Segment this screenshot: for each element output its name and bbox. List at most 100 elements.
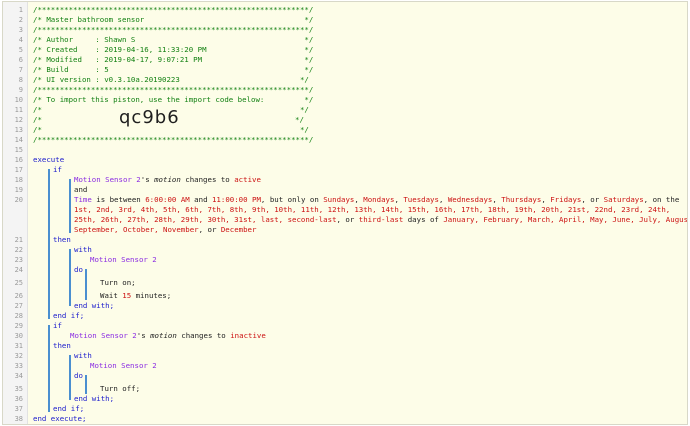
end-if-2: end if; xyxy=(53,404,85,413)
day-friday: Fridays xyxy=(550,195,582,204)
execute-keyword[interactable]: execute xyxy=(33,155,64,165)
or-sep: , or xyxy=(336,215,359,224)
block-bar-do2 xyxy=(85,375,87,394)
do-keyword-2[interactable]: do xyxy=(74,371,83,381)
sep: , xyxy=(354,195,364,204)
header-border-top: /***************************************… xyxy=(33,5,314,14)
days-of: days of xyxy=(403,215,444,224)
block-bar-cond1 xyxy=(69,179,71,233)
and-word: and xyxy=(189,195,212,204)
line-number: 38 xyxy=(14,415,23,423)
if-keyword-2[interactable]: if xyxy=(53,321,62,331)
line-number: 26 xyxy=(14,292,23,300)
day-saturday: Saturdays xyxy=(603,195,644,204)
header-border: /***************************************… xyxy=(33,25,314,34)
possessive: 's xyxy=(136,331,151,340)
days-of-month-1: 1st, 2nd, 3rd, 4th, 5th, 6th, 7th, 8th, … xyxy=(74,205,671,214)
comment-close: */ xyxy=(295,115,304,124)
block-bar-with2 xyxy=(69,355,71,400)
line-number: 20 xyxy=(14,196,23,204)
device-motion-sensor: Motion Sensor 2 xyxy=(74,175,141,184)
device-motion-sensor: Motion Sensor 2 xyxy=(70,331,137,340)
with-device: Motion Sensor 2 xyxy=(90,255,157,264)
condition-motion-inactive[interactable]: Motion Sensor 2's motion changes to inac… xyxy=(70,331,266,341)
day-monday: Mondays xyxy=(363,195,395,204)
line-number: 6 xyxy=(18,56,23,64)
line-number: 13 xyxy=(14,126,23,134)
line-number: 30 xyxy=(14,332,23,340)
line-number: 2 xyxy=(18,16,23,24)
line-number: 29 xyxy=(14,322,23,330)
value-inactive: inactive xyxy=(230,331,266,340)
created-line: /* Created : 2019-04-16, 11:33:20 PM */ xyxy=(33,45,314,54)
value-active: active xyxy=(234,175,261,184)
import-code-line: /* */ xyxy=(33,115,304,125)
wait-command[interactable]: Wait 15 minutes; xyxy=(100,291,171,301)
end-execute: end execute; xyxy=(33,414,87,423)
sep: , xyxy=(394,195,404,204)
block-bar-with1 xyxy=(69,249,71,306)
wait-label: Wait xyxy=(100,291,123,300)
changes-to: changes to xyxy=(180,175,235,184)
wait-value: 15 xyxy=(122,291,132,300)
line-number: 28 xyxy=(14,312,23,320)
block-bar-do1 xyxy=(85,269,87,300)
line-number: 8 xyxy=(18,76,23,84)
month-december: December xyxy=(220,225,257,234)
condition-motion-active[interactable]: Motion Sensor 2's motion changes to acti… xyxy=(74,175,261,185)
day-sunday: Sundays xyxy=(323,195,355,204)
line-number-gutter: 1 2 3 4 5 6 7 8 9 10 11 12 13 14 15 16 17 18 19 20 21 22 23 24 2… xyxy=(3,2,28,424)
with-keyword[interactable]: with xyxy=(74,245,92,255)
line-number: 12 xyxy=(14,116,23,124)
end-with-2: end with; xyxy=(74,394,115,403)
header-border-bottom: /***************************************… xyxy=(33,135,314,144)
line-number: 14 xyxy=(14,136,23,144)
line-number: 16 xyxy=(14,156,23,164)
time-variable: Time xyxy=(74,195,92,204)
but-only-on: , but only on xyxy=(260,195,324,204)
sep: , xyxy=(438,195,448,204)
line-number: 22 xyxy=(14,246,23,254)
line-number: 31 xyxy=(14,342,23,350)
then-keyword-2[interactable]: then xyxy=(53,341,71,351)
do-keyword[interactable]: do xyxy=(74,265,83,275)
and-operator: and xyxy=(74,185,88,194)
line-number: 35 xyxy=(14,385,23,393)
turn-off-command[interactable]: Turn off; xyxy=(100,384,140,394)
line-number: 11 xyxy=(14,106,23,114)
sep: , xyxy=(541,195,551,204)
import-note-line: /* To import this piston, use the import… xyxy=(33,95,314,104)
line-number: 19 xyxy=(14,186,23,194)
wait-unit: minutes; xyxy=(131,291,172,300)
line-number: 34 xyxy=(14,372,23,380)
with-device-2: Motion Sensor 2 xyxy=(90,361,157,370)
months-list-2: September, October, November xyxy=(74,225,199,234)
line-number: 25 xyxy=(14,279,23,287)
day-tuesday: Tuesdays xyxy=(403,195,439,204)
line-number: 37 xyxy=(14,405,23,413)
modified-line: /* Modified : 2019-04-17, 9:07:21 PM */ xyxy=(33,55,314,64)
months-list: January, February, March, April, May, Ju… xyxy=(443,215,688,224)
line-number: 36 xyxy=(14,395,23,403)
if-keyword[interactable]: if xyxy=(53,165,62,175)
block-bar-if2 xyxy=(48,325,50,412)
time-restriction-line1[interactable]: Time is between 6:00:00 AM and 11:00:00 … xyxy=(74,195,679,205)
line-number: 3 xyxy=(18,26,23,34)
header-border-mid: /***************************************… xyxy=(33,85,314,94)
turn-on-command[interactable]: Turn on; xyxy=(100,278,136,288)
day-thursday: Thursdays xyxy=(501,195,542,204)
line-number: 15 xyxy=(14,146,23,154)
line-number: 1 xyxy=(18,6,23,14)
comment-open: /* xyxy=(33,115,42,124)
with-keyword-2[interactable]: with xyxy=(74,351,92,361)
line-number: 10 xyxy=(14,96,23,104)
start-time: 6:00:00 AM xyxy=(145,195,190,204)
then-keyword[interactable]: then xyxy=(53,235,71,245)
is-between: is between xyxy=(91,195,146,204)
ui-version-line: /* UI version : v0.3.10a.20190223 */ xyxy=(33,75,309,84)
line-number: 23 xyxy=(14,256,23,264)
changes-to: changes to xyxy=(176,331,231,340)
end-if: end if; xyxy=(53,311,85,320)
line-number: 33 xyxy=(14,362,23,370)
or-sep: , or xyxy=(198,225,221,234)
